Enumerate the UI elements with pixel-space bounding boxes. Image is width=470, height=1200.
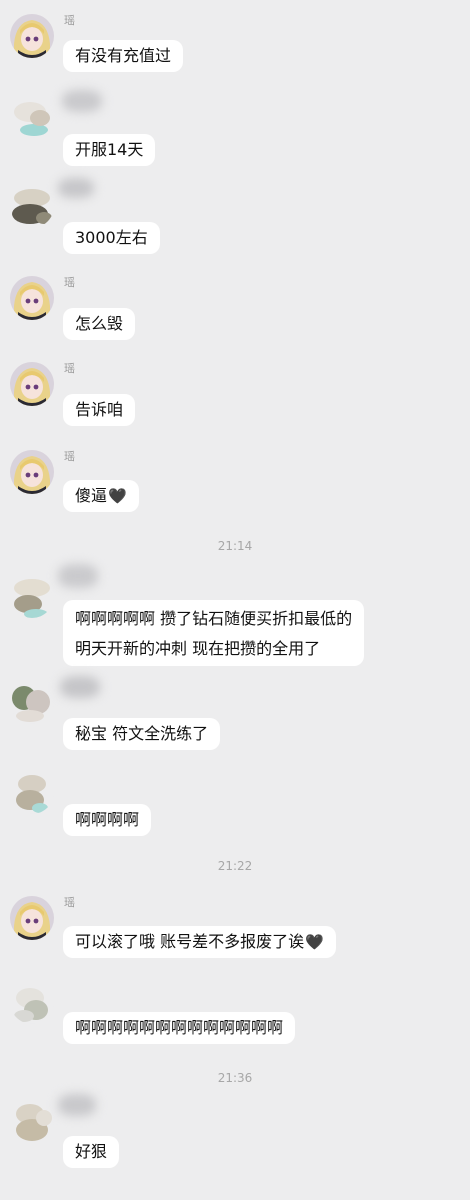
timestamp: 21:14	[217, 539, 253, 553]
chat-message-list[interactable]: 瑶 有没有充值过 开服14天 3000左右 瑶 怎么毁 瑶 告诉咱 瑶 傻逼🖤 …	[0, 0, 470, 1200]
message-bubble[interactable]: 啊啊啊啊啊 攒了钻石随便买折扣最低的 明天开新的冲刺 现在把攒的全用了	[63, 600, 365, 666]
message-text: 有没有充值过	[75, 46, 172, 65]
blurred-avatar[interactable]	[10, 980, 54, 1024]
message-bubble[interactable]: 傻逼🖤	[63, 480, 139, 512]
message-text: 啊啊啊啊啊啊啊啊啊啊啊啊啊	[75, 1018, 284, 1037]
message-bubble[interactable]: 可以滚了哦 账号差不多报废了诶🖤	[63, 926, 336, 958]
message-text: 3000左右	[75, 228, 148, 247]
sender-name: 瑶	[64, 362, 75, 375]
anime-girl-avatar[interactable]	[10, 14, 54, 58]
message-bubble[interactable]: 告诉咱	[63, 394, 136, 426]
sender-name: 瑶	[64, 450, 75, 463]
message-bubble[interactable]: 3000左右	[63, 222, 160, 254]
blurred-sender-name	[58, 564, 98, 588]
message-bubble[interactable]: 啊啊啊啊啊啊啊啊啊啊啊啊啊	[63, 1012, 296, 1044]
blurred-avatar[interactable]	[10, 574, 54, 618]
message-text: 开服14天	[75, 140, 144, 159]
message-text: 告诉咱	[75, 400, 124, 419]
blurred-sender-name	[62, 90, 102, 112]
message-bubble[interactable]: 有没有充值过	[63, 40, 184, 72]
black-heart-icon: 🖤	[108, 487, 127, 505]
timestamp: 21:36	[217, 1071, 253, 1085]
message-text: 好狠	[75, 1142, 108, 1161]
sender-name: 瑶	[64, 276, 75, 289]
blurred-avatar[interactable]	[10, 184, 54, 228]
anime-girl-avatar[interactable]	[10, 362, 54, 406]
blurred-avatar[interactable]	[10, 94, 54, 138]
blurred-sender-name	[60, 676, 100, 698]
sender-name: 瑶	[64, 14, 75, 27]
anime-girl-avatar[interactable]	[10, 450, 54, 494]
sender-name: 瑶	[64, 896, 75, 909]
message-text: 啊啊啊啊	[75, 810, 140, 829]
blurred-avatar[interactable]	[10, 680, 54, 724]
black-heart-icon: 🖤	[305, 933, 324, 951]
message-text-line: 明天开新的冲刺 现在把攒的全用了	[75, 639, 321, 658]
message-text: 傻逼	[75, 486, 108, 505]
anime-girl-avatar[interactable]	[10, 276, 54, 320]
message-bubble[interactable]: 好狠	[63, 1136, 120, 1168]
timestamp: 21:22	[217, 859, 253, 873]
message-text-line: 啊啊啊啊啊 攒了钻石随便买折扣最低的	[75, 609, 353, 628]
message-text: 可以滚了哦 账号差不多报废了诶	[75, 932, 305, 951]
message-text: 怎么毁	[75, 314, 124, 333]
anime-girl-avatar[interactable]	[10, 896, 54, 940]
message-bubble[interactable]: 开服14天	[63, 134, 156, 166]
blurred-sender-name	[58, 178, 94, 198]
blurred-avatar[interactable]	[10, 1098, 54, 1142]
message-bubble[interactable]: 秘宝 符文全洗练了	[63, 718, 221, 750]
message-bubble[interactable]: 啊啊啊啊	[63, 804, 152, 836]
blurred-avatar[interactable]	[10, 770, 54, 814]
message-text: 秘宝 符文全洗练了	[75, 724, 209, 743]
message-bubble[interactable]: 怎么毁	[63, 308, 136, 340]
blurred-sender-name	[58, 1094, 96, 1116]
